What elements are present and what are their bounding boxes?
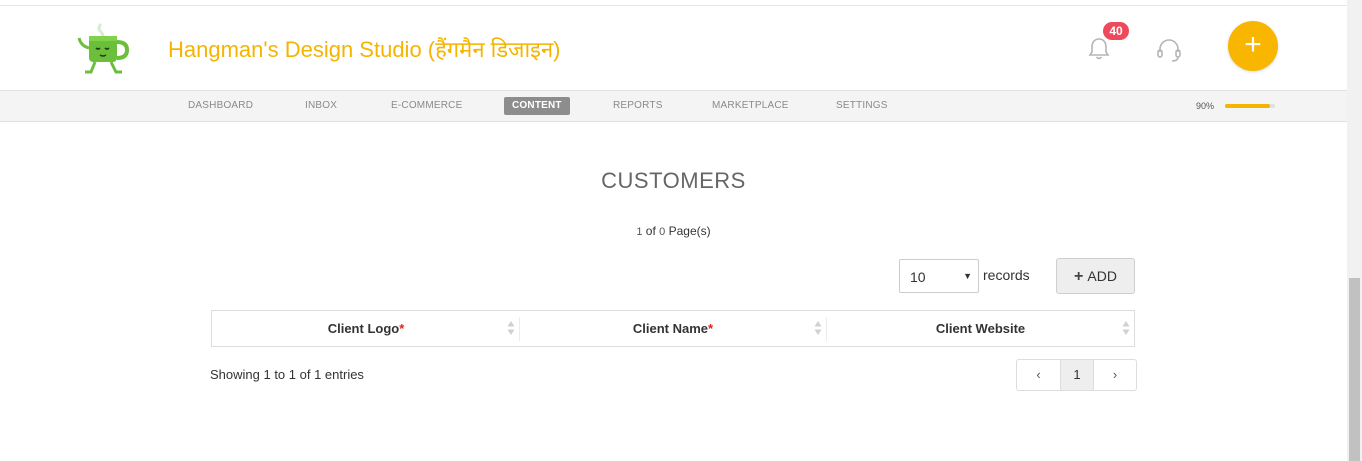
records-per-page-select[interactable]: 10 ▼ — [899, 259, 979, 293]
app-header: Hangman's Design Studio (हैंगमैन डिजाइन)… — [0, 6, 1347, 90]
customers-table: Client Logo* Client Name* Client Website — [211, 310, 1135, 347]
bell-icon[interactable] — [1086, 36, 1112, 62]
tea-cup-logo-icon[interactable] — [65, 18, 137, 78]
required-marker: * — [708, 321, 714, 336]
page-info: 1 of 0 Page(s) — [0, 224, 1347, 238]
page-total: 0 — [659, 226, 666, 238]
nav-item-reports[interactable]: REPORTS — [605, 97, 671, 115]
add-button-label: ADD — [1087, 268, 1117, 284]
chevron-left-icon[interactable]: ‹ — [1017, 360, 1061, 390]
plus-icon: + — [1074, 268, 1084, 285]
scrollbar-thumb[interactable] — [1349, 278, 1360, 461]
page-scrollbar[interactable] — [1347, 0, 1362, 461]
nav-item-inbox[interactable]: INBOX — [297, 97, 345, 115]
column-label: Client Name — [632, 321, 709, 336]
plus-icon: + — [1244, 28, 1262, 61]
nav-item-dashboard[interactable]: DASHBOARD — [180, 97, 261, 115]
brand-title[interactable]: Hangman's Design Studio (हैंगमैन डिजाइन) — [168, 34, 561, 64]
add-button[interactable]: + ADD — [1056, 258, 1135, 294]
column-header-client-logo[interactable]: Client Logo* — [213, 317, 520, 341]
records-label: records — [983, 267, 1030, 283]
required-marker: * — [399, 321, 405, 336]
sort-icon — [814, 321, 822, 335]
page-suffix: Page(s) — [668, 224, 711, 238]
nav-item-ecommerce[interactable]: E-COMMERCE — [383, 97, 470, 115]
entries-info: Showing 1 to 1 of 1 entries — [210, 367, 364, 382]
progress-fill — [1225, 104, 1270, 108]
sort-icon — [507, 321, 515, 335]
add-fab-button[interactable]: + — [1228, 21, 1278, 71]
column-header-client-website[interactable]: Client Website — [827, 317, 1134, 341]
page-of: of — [645, 224, 656, 238]
nav-item-content[interactable]: CONTENT — [504, 97, 570, 115]
progress-bar — [1225, 104, 1275, 108]
page-button-1[interactable]: 1 — [1061, 360, 1094, 390]
page-current: 1 — [636, 226, 643, 238]
caret-down-icon: ▼ — [963, 271, 972, 281]
notification-badge[interactable]: 40 — [1103, 22, 1129, 40]
chevron-right-icon[interactable]: › — [1094, 360, 1136, 390]
main-nav: DASHBOARD INBOX E-COMMERCE CONTENT REPOR… — [0, 90, 1347, 122]
sort-icon — [1122, 321, 1130, 335]
headset-icon[interactable] — [1155, 36, 1183, 64]
column-header-client-name[interactable]: Client Name* — [520, 317, 827, 341]
column-label: Client Logo — [327, 321, 400, 336]
page-title: CUSTOMERS — [601, 168, 746, 193]
column-label: Client Website — [935, 321, 1026, 336]
pagination: ‹ 1 › — [1016, 359, 1137, 391]
records-select-value: 10 — [910, 269, 926, 285]
nav-item-marketplace[interactable]: MARKETPLACE — [704, 97, 797, 115]
nav-item-settings[interactable]: SETTINGS — [828, 97, 896, 115]
progress-label: 90% — [1196, 101, 1215, 111]
